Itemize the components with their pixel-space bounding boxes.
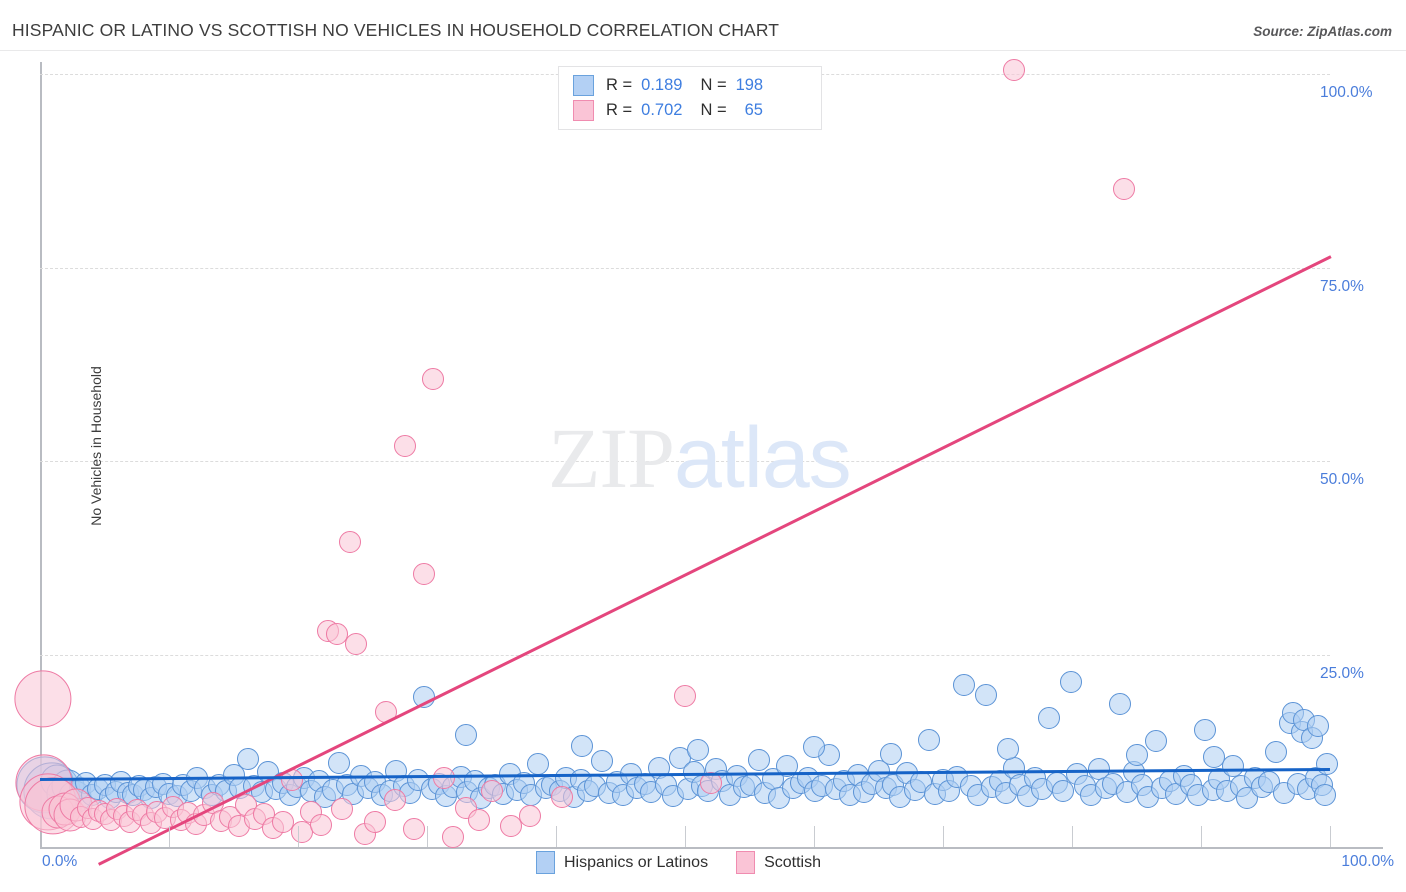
- legend-row-scottish: R = 0.702 N = 65: [573, 97, 763, 123]
- correlation-legend: R = 0.189 N = 198 R = 0.702 N = 65: [558, 66, 822, 130]
- gridline-50: [40, 461, 1330, 462]
- x-axis-label-max: 100.0%: [1341, 853, 1394, 870]
- scatter-point[interactable]: [1144, 730, 1167, 753]
- legend-r-label-blue: R =: [606, 75, 633, 94]
- legend-swatch-pink: [573, 99, 594, 121]
- scatter-point[interactable]: [1125, 744, 1148, 767]
- scatter-point[interactable]: [1222, 754, 1245, 777]
- scatter-point[interactable]: [570, 734, 593, 757]
- y-axis-tick-label: 50.0%: [1320, 471, 1364, 488]
- x-axis-tick: [814, 826, 815, 847]
- scatter-point[interactable]: [383, 789, 406, 811]
- scatter-point[interactable]: [454, 723, 477, 746]
- scatter-point[interactable]: [1059, 671, 1082, 694]
- x-axis-tick: [169, 826, 170, 847]
- scatter-point[interactable]: [345, 633, 368, 656]
- legend-r-value-blue: 0.189: [641, 75, 683, 94]
- scatter-point[interactable]: [338, 531, 361, 554]
- scatter-point[interactable]: [432, 767, 455, 790]
- scatter-point[interactable]: [674, 685, 696, 708]
- scatter-point[interactable]: [917, 728, 940, 751]
- scatter-point[interactable]: [310, 813, 333, 836]
- scatter-point[interactable]: [1316, 753, 1339, 776]
- scatter-point[interactable]: [519, 805, 542, 828]
- x-axis-tick: [1201, 826, 1202, 847]
- gridline-75: [40, 267, 1330, 269]
- x-axis-tick: [1072, 826, 1073, 847]
- legend-n-value-pink: 65: [744, 100, 763, 119]
- scatter-point[interactable]: [1112, 177, 1135, 200]
- header-divider: [0, 50, 1406, 51]
- scatter-point[interactable]: [1002, 59, 1025, 82]
- gridline-25: [40, 654, 1330, 656]
- source-label: Source: ZipAtlas.com: [1253, 24, 1392, 39]
- scatter-point[interactable]: [364, 810, 387, 833]
- scatter-point[interactable]: [952, 674, 975, 697]
- scatter-point[interactable]: [413, 563, 436, 585]
- legend-n-value-blue: 198: [735, 75, 764, 94]
- x-axis-tick: [685, 826, 686, 847]
- scatter-point[interactable]: [441, 826, 464, 849]
- page-title: HISPANIC OR LATINO VS SCOTTISH NO VEHICL…: [12, 20, 780, 40]
- x-axis-tick: [943, 826, 944, 847]
- legend-row-hispanics: R = 0.189 N = 198: [573, 72, 763, 98]
- scatter-point[interactable]: [996, 737, 1019, 760]
- series-legend: Hispanics or Latinos Scottish: [536, 851, 840, 874]
- scatter-point[interactable]: [236, 747, 259, 770]
- series-swatch-scottish[interactable]: [736, 851, 756, 874]
- legend-n-label-pink: N =: [700, 100, 727, 119]
- legend-n-label-blue: N =: [700, 75, 727, 94]
- y-axis-title: No Vehicles in Household: [87, 366, 104, 526]
- scatter-point[interactable]: [394, 434, 417, 457]
- scatter-point[interactable]: [803, 736, 825, 759]
- series-label-scottish[interactable]: Scottish: [764, 854, 821, 872]
- legend-swatch-blue: [573, 74, 594, 96]
- legend-r-label-pink: R =: [606, 100, 633, 119]
- x-axis-tick: [298, 826, 299, 847]
- scatter-point[interactable]: [403, 818, 426, 841]
- y-axis-tick-label: 25.0%: [1320, 664, 1364, 682]
- scatter-point[interactable]: [747, 748, 770, 771]
- scatter-point[interactable]: [686, 739, 709, 762]
- scatter-point[interactable]: [13, 670, 72, 728]
- y-axis-tick-label: 100.0%: [1320, 84, 1373, 101]
- x-axis-label-min: 0.0%: [42, 853, 78, 870]
- plot-area: [13, 59, 1339, 867]
- scatter-point[interactable]: [330, 798, 353, 821]
- scatter-point[interactable]: [1202, 745, 1225, 768]
- scatter-point[interactable]: [551, 785, 574, 808]
- x-axis-tick: [1330, 826, 1331, 847]
- x-axis-tick: [556, 826, 557, 847]
- series-swatch-hispanics[interactable]: [536, 851, 555, 874]
- scatter-point[interactable]: [974, 683, 997, 706]
- scatter-point[interactable]: [880, 742, 903, 765]
- scatter-point[interactable]: [328, 751, 351, 774]
- scatter-point[interactable]: [1264, 741, 1287, 764]
- scatter-point[interactable]: [1108, 693, 1131, 716]
- scatter-point[interactable]: [422, 367, 445, 390]
- scatter-point[interactable]: [480, 779, 503, 802]
- scatter-point[interactable]: [1307, 714, 1330, 737]
- scatter-point[interactable]: [1193, 719, 1216, 742]
- scatter-point[interactable]: [591, 750, 614, 773]
- scatter-point[interactable]: [1313, 783, 1336, 806]
- x-axis-tick: [427, 826, 428, 847]
- legend-r-value-pink: 0.702: [641, 100, 683, 119]
- scatter-point[interactable]: [1037, 706, 1060, 729]
- scatter-point[interactable]: [467, 809, 490, 832]
- scatter-point[interactable]: [526, 753, 549, 776]
- series-label-hispanics[interactable]: Hispanics or Latinos: [564, 854, 708, 872]
- y-axis-tick-label: 75.0%: [1320, 277, 1364, 295]
